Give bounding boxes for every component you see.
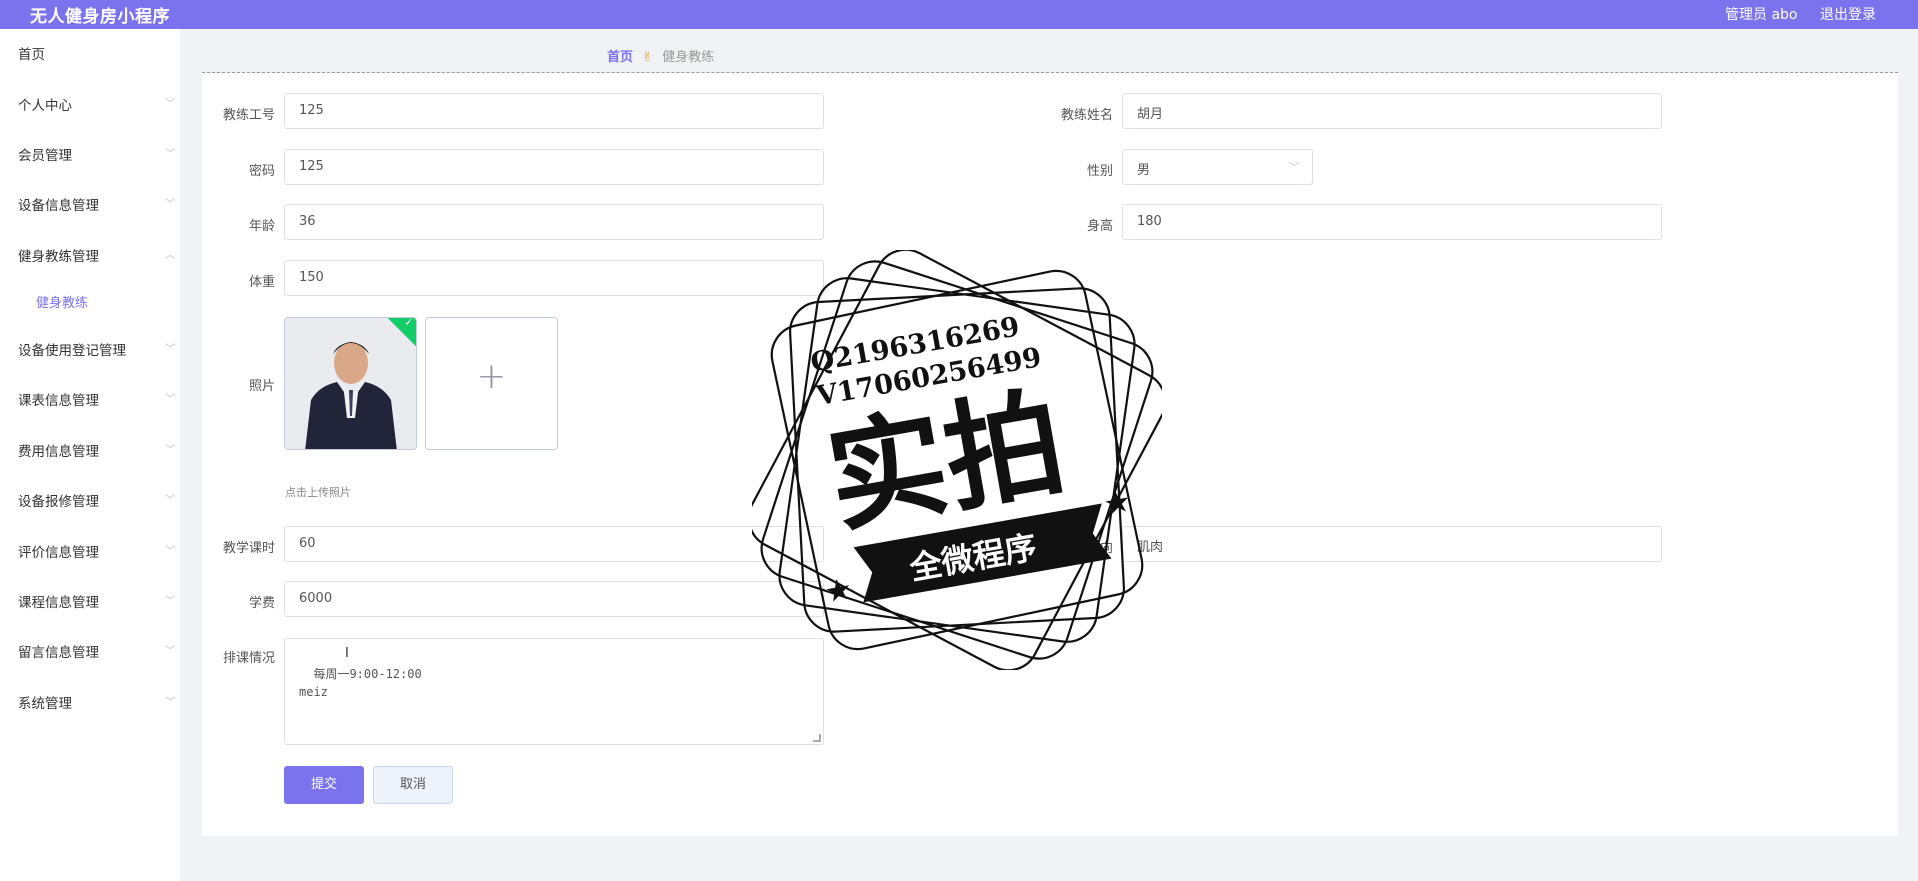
weight-input[interactable]: 150 <box>284 260 824 296</box>
height-input[interactable]: 180 <box>1122 204 1662 240</box>
logout-button[interactable]: 退出登录 <box>1820 4 1876 24</box>
sidebar-item-reviews[interactable]: 评价信息管理 ﹀ <box>0 530 180 570</box>
fee-input[interactable]: 6000 <box>284 581 824 617</box>
chevron-down-icon: ﹀ <box>165 646 175 657</box>
sidebar-item-label: 设备信息管理 <box>18 198 99 214</box>
chevron-down-icon: ﹀ <box>165 445 175 456</box>
sidebar-item-label: 健身教练管理 <box>18 249 99 265</box>
sidebar-item-label: 个人中心 <box>18 98 72 114</box>
sidebar-item-label: 设备报修管理 <box>18 494 99 510</box>
sidebar-item-label: 首页 <box>18 47 45 63</box>
chevron-down-icon: ﹀ <box>165 697 175 708</box>
plus-icon: + <box>476 356 507 397</box>
direction-label: 方向 <box>1086 541 1113 556</box>
coach-id-input[interactable]: 125 <box>284 93 824 129</box>
sidebar-item-label: 会员管理 <box>18 148 72 164</box>
cancel-button[interactable]: 取消 <box>373 766 453 804</box>
sidebar-item-system[interactable]: 系统管理 ﹀ <box>0 681 180 721</box>
chevron-down-icon: ﹀ <box>165 149 175 160</box>
password-input[interactable]: 125 <box>284 149 824 185</box>
sidebar-item-equipment-usage[interactable]: 设备使用登记管理 ﹀ <box>0 328 180 368</box>
top-bar: 无人健身房小程序 管理员 abo 退出登录 <box>0 0 1918 29</box>
check-icon: ✓ <box>404 317 413 329</box>
direction-input[interactable]: 肌肉 <box>1122 526 1662 562</box>
resize-handle-icon[interactable] <box>813 734 821 742</box>
sidebar-item-courses[interactable]: 课程信息管理 ﹀ <box>0 580 180 620</box>
coach-photo[interactable]: ✓ <box>284 317 417 450</box>
chevron-up-icon: ︿ <box>165 250 175 261</box>
sidebar-item-schedule[interactable]: 课表信息管理 ﹀ <box>0 378 180 418</box>
weight-label: 体重 <box>248 275 275 290</box>
sidebar-item-fees[interactable]: 费用信息管理 ﹀ <box>0 429 180 469</box>
sidebar-item-label: 评价信息管理 <box>18 545 99 561</box>
height-label: 身高 <box>1086 219 1113 234</box>
hours-input[interactable]: 60 <box>284 526 824 562</box>
app-title: 无人健身房小程序 <box>30 7 170 27</box>
chevron-down-icon: ﹀ <box>165 495 175 506</box>
coach-name-input[interactable]: 胡月 <box>1122 93 1662 129</box>
schedule-label: 排课情况 <box>222 651 275 666</box>
chevron-down-icon: ﹀ <box>165 546 175 557</box>
sidebar-item-members[interactable]: 会员管理 ﹀ <box>0 133 180 173</box>
chevron-down-icon: ﹀ <box>165 344 175 355</box>
sidebar-item-label: 系统管理 <box>18 696 72 712</box>
sidebar-item-profile[interactable]: 个人中心 ﹀ <box>0 83 180 123</box>
sidebar-item-messages[interactable]: 留言信息管理 ﹀ <box>0 630 180 670</box>
chevron-down-icon: ﹀ <box>165 394 175 405</box>
coach-id-label: 教练工号 <box>222 108 275 123</box>
chevron-down-icon: ﹀ <box>1289 161 1300 174</box>
gender-label: 性别 <box>1086 164 1113 179</box>
chevron-down-icon: ﹀ <box>165 199 175 210</box>
gender-value: 男 <box>1137 163 1151 178</box>
photo-upload-hint: 点击上传照片 <box>285 486 351 499</box>
password-label: 密码 <box>248 164 275 179</box>
fee-label: 学费 <box>248 596 275 611</box>
sidebar-item-label: 留言信息管理 <box>18 645 99 661</box>
sidebar-item-label: 设备使用登记管理 <box>18 343 126 359</box>
hand-icon: ✌ <box>642 50 654 65</box>
coach-name-label: 教练姓名 <box>1060 108 1113 123</box>
sidebar-item-coach-management[interactable]: 健身教练管理 ︿ <box>0 234 180 274</box>
breadcrumb-current: 健身教练 <box>662 50 715 65</box>
sidebar-item-label: 健身教练 <box>36 296 89 311</box>
chevron-down-icon: ﹀ <box>165 596 175 607</box>
hours-label: 教学课时 <box>222 541 275 556</box>
breadcrumb: 首页 ✌ 健身教练 <box>607 46 714 65</box>
schedule-textarea[interactable]: 每周一9:00-12:00 meiz <box>284 638 824 745</box>
admin-label: 管理员 abo <box>1725 7 1798 23</box>
gender-select[interactable]: 男 ﹀ <box>1122 149 1313 185</box>
age-input[interactable]: 36 <box>284 204 824 240</box>
breadcrumb-home[interactable]: 首页 <box>607 50 633 65</box>
age-label: 年龄 <box>248 219 275 234</box>
sidebar-subitem-coach[interactable]: 健身教练 <box>0 281 180 321</box>
sidebar-item-home[interactable]: 首页 <box>0 32 180 72</box>
text-cursor-icon: I <box>345 646 349 661</box>
sidebar-item-label: 费用信息管理 <box>18 444 99 460</box>
schedule-text: 每周一9:00-12:00 meiz <box>299 667 422 699</box>
person-photo-icon <box>285 318 416 449</box>
photo-upload-button[interactable]: + <box>425 317 558 450</box>
sidebar-item-label: 课程信息管理 <box>18 595 99 611</box>
sidebar: 首页 个人中心 ﹀ 会员管理 ﹀ 设备信息管理 ﹀ 健身教练管理 ︿ 健身教练 … <box>0 29 180 881</box>
sidebar-item-repairs[interactable]: 设备报修管理 ﹀ <box>0 479 180 519</box>
submit-button[interactable]: 提交 <box>284 766 364 804</box>
chevron-down-icon: ﹀ <box>165 99 175 110</box>
photo-label: 照片 <box>248 379 275 394</box>
sidebar-item-label: 课表信息管理 <box>18 393 99 409</box>
sidebar-item-equipment[interactable]: 设备信息管理 ﹀ <box>0 183 180 223</box>
